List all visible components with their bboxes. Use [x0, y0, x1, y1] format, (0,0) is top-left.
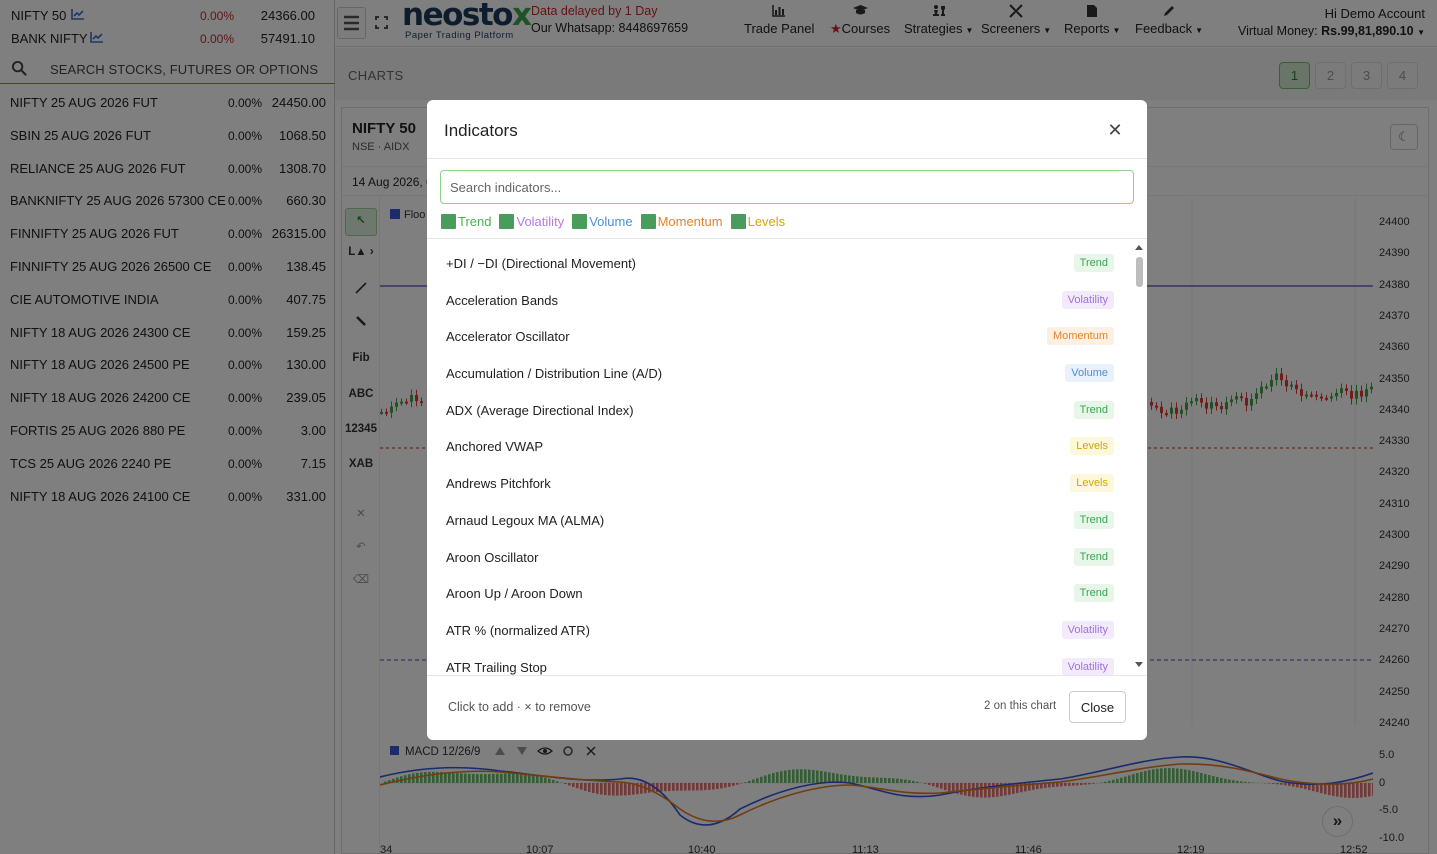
indicator-item[interactable]: Acceleration Bands Volatility — [427, 282, 1131, 319]
scrollbar[interactable] — [1132, 240, 1146, 675]
filter-label: Momentum — [657, 214, 723, 229]
filter-volume[interactable]: Volume — [572, 214, 633, 229]
indicator-item[interactable]: ATR % (normalized ATR) Volatility — [427, 612, 1131, 649]
scroll-thumb[interactable] — [1136, 257, 1143, 287]
indicator-name: ATR % (normalized ATR) — [446, 622, 590, 638]
indicator-item[interactable]: Anchored VWAP Levels — [427, 428, 1131, 465]
filter-label: Volatility — [516, 214, 565, 229]
indicator-name: Arnaud Legoux MA (ALMA) — [446, 512, 605, 528]
indicator-name: Acceleration Bands — [446, 292, 559, 308]
category-badge: Momentum — [1046, 327, 1114, 346]
indicator-item[interactable]: Accelerator Oscillator Momentum — [427, 318, 1131, 355]
category-badge: Trend — [1073, 400, 1114, 419]
divider — [427, 675, 1147, 676]
category-badge: Volume — [1065, 364, 1114, 383]
indicator-name: Aroon Up / Aroon Down — [446, 586, 583, 602]
category-badge: Levels — [1070, 437, 1114, 456]
indicator-name: Accelerator Oscillator — [446, 329, 570, 345]
filter-checkbox[interactable] — [441, 214, 456, 229]
scroll-down-icon[interactable] — [1135, 662, 1143, 667]
indicator-item[interactable]: Accumulation / Distribution Line (A/D) Vo… — [427, 355, 1131, 392]
indicator-name: Aroon Oscillator — [446, 549, 539, 565]
category-badge: Trend — [1073, 547, 1114, 566]
indicator-name: Accumulation / Distribution Line (A/D) — [446, 366, 663, 382]
filter-checkbox[interactable] — [730, 214, 746, 229]
category-badge: Trend — [1073, 510, 1114, 529]
category-badge: Levels — [1070, 474, 1114, 493]
indicator-name: Andrews Pitchfork — [446, 476, 551, 492]
divider — [427, 238, 1147, 239]
filter-checkbox[interactable] — [572, 214, 588, 229]
indicator-item[interactable]: +DI / −DI (Directional Movement) Trend — [427, 245, 1131, 282]
indicator-search-input[interactable] — [440, 170, 1134, 204]
indicator-list: +DI / −DI (Directional Movement) Trend Acc… — [427, 245, 1131, 675]
category-badge: Trend — [1073, 584, 1114, 603]
indicator-item[interactable]: Arnaud Legoux MA (ALMA) Trend — [427, 502, 1131, 539]
filter-label: Levels — [747, 214, 786, 229]
indicator-item[interactable]: Aroon Oscillator Trend — [427, 539, 1131, 576]
scroll-up-icon[interactable] — [1135, 245, 1143, 250]
filter-momentum[interactable]: Momentum — [640, 214, 723, 229]
indicator-item[interactable]: Aroon Up / Aroon Down Trend — [427, 575, 1131, 612]
filter-trend[interactable]: Trend — [441, 214, 491, 229]
indicator-item[interactable]: ADX (Average Directional Index) Trend — [427, 392, 1131, 429]
indicator-name: ATR Trailing Stop — [446, 659, 547, 675]
close-icon[interactable]: ✕ — [1105, 120, 1125, 140]
category-badge: Volatility — [1061, 620, 1114, 639]
filter-checkbox[interactable] — [640, 214, 656, 229]
close-button[interactable]: Close — [1069, 691, 1126, 723]
category-badge: Trend — [1073, 254, 1114, 272]
active-indicator-count: 2 on this chart — [984, 700, 1057, 712]
category-badge: Volatility — [1061, 657, 1114, 675]
filter-volatility[interactable]: Volatility — [499, 214, 564, 229]
category-badge: Volatility — [1061, 290, 1114, 309]
filter-label: Volume — [589, 214, 633, 229]
indicator-name: ADX (Average Directional Index) — [446, 402, 634, 418]
filter-levels[interactable]: Levels — [730, 214, 786, 229]
indicator-item[interactable]: Andrews Pitchfork Levels — [427, 465, 1131, 502]
category-filters: Trend Volatility Volume Momentum Levels — [441, 214, 793, 232]
filter-checkbox[interactable] — [499, 214, 515, 229]
indicator-name: +DI / −DI (Directional Movement) — [446, 256, 637, 271]
dialog-hint: Click to add · × to remove — [448, 700, 591, 714]
filter-label: Trend — [458, 214, 492, 229]
divider — [427, 158, 1147, 159]
dialog-title: Indicators — [444, 121, 518, 140]
indicators-dialog: Indicators ✕ Trend Volatility Volume Moment… — [427, 100, 1147, 740]
indicator-item[interactable]: ATR Trailing Stop Volatility — [427, 649, 1131, 675]
indicator-name: Anchored VWAP — [446, 439, 544, 455]
